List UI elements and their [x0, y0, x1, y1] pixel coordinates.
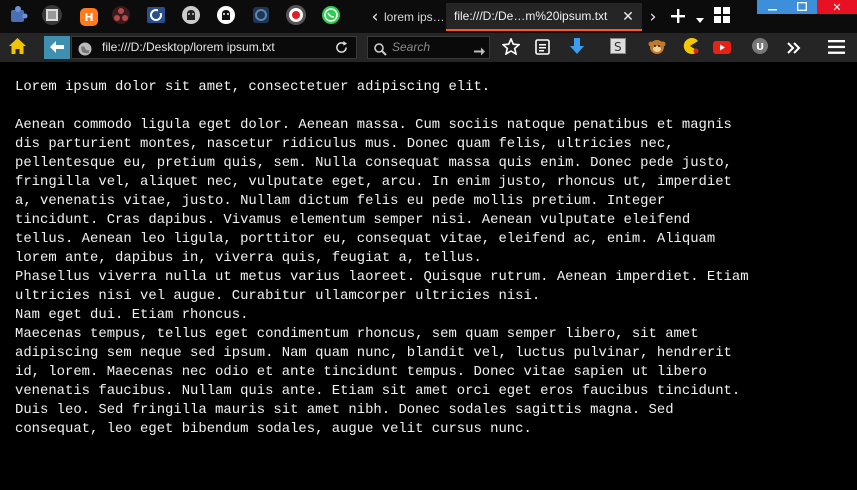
chevron-down-icon	[696, 8, 704, 27]
scroll-tabs-left-button[interactable]: ‹	[368, 4, 382, 30]
search-icon	[374, 41, 387, 60]
youtube-icon	[713, 39, 731, 58]
extension-monkey-button[interactable]	[645, 36, 669, 60]
main-menu-button[interactable]	[824, 36, 848, 60]
home-icon	[8, 38, 26, 58]
record-icon	[285, 4, 307, 30]
pinned-tab-github-2[interactable]	[211, 2, 241, 32]
hamburger-menu-icon	[827, 39, 845, 58]
triangle-dots-icon	[111, 5, 131, 29]
reload-button[interactable]	[330, 36, 352, 60]
chevron-left-icon: ‹	[371, 7, 379, 27]
pinned-tab-whatsapp[interactable]	[316, 2, 346, 32]
tab-active-file[interactable]: file:///D:/De…m%20ipsum.txt ✕	[446, 3, 642, 31]
pinned-tab-dots[interactable]	[106, 2, 136, 32]
box-icon	[251, 5, 271, 29]
monkey-icon	[648, 37, 666, 59]
whatsapp-icon	[321, 5, 341, 29]
extension-s-button[interactable]: S	[606, 36, 630, 60]
minimize-button[interactable]	[757, 0, 787, 14]
tab-strip: H ‹ lorem ips… file:///D:/De…m%20ipsum.t…	[0, 0, 857, 33]
chevron-right-icon: ›	[649, 7, 657, 27]
search-bar[interactable]	[367, 36, 490, 59]
tab-lorem-ipsum[interactable]: lorem ips…	[384, 3, 444, 31]
arrow-left-icon	[50, 38, 64, 57]
downloads-button[interactable]	[565, 36, 589, 60]
search-input[interactable]	[392, 39, 472, 55]
document-text: Lorem ipsum dolor sit amet, consectetuer…	[15, 79, 749, 437]
all-tabs-dropdown-button[interactable]	[692, 5, 708, 29]
pinned-tab-box[interactable]	[246, 2, 276, 32]
tab-title: lorem ips…	[384, 10, 444, 24]
tab-title: file:///D:/De…m%20ipsum.txt	[454, 9, 608, 23]
extension-u-button[interactable]: U	[748, 36, 772, 60]
search-go-icon[interactable]	[474, 42, 485, 61]
overflow-menu-button[interactable]	[782, 36, 806, 60]
window-controls: ✕	[757, 0, 857, 14]
pinned-tab-record[interactable]	[281, 2, 311, 32]
close-icon: ✕	[832, 0, 842, 14]
svg-text:U: U	[756, 42, 764, 53]
close-window-button[interactable]: ✕	[817, 0, 857, 14]
reader-view-button[interactable]	[530, 36, 554, 60]
home-button[interactable]	[5, 36, 29, 60]
maximize-button[interactable]	[787, 0, 817, 14]
navigation-toolbar: file:///D:/Desktop/lorem ipsum.txt Searc…	[0, 33, 857, 62]
u-circle-icon: U	[751, 37, 769, 59]
pinned-tab-hemlock[interactable]: H	[74, 2, 104, 32]
pinned-tab-refresh[interactable]	[141, 2, 171, 32]
github-icon	[181, 5, 201, 29]
plus-icon	[671, 8, 685, 27]
page-content: Lorem ipsum dolor sit amet, consectetuer…	[15, 78, 857, 490]
bookmark-button[interactable]	[499, 36, 523, 60]
clipboard-icon	[534, 38, 550, 59]
url-bar[interactable]: file:///D:/Desktop/lorem ipsum.txt	[71, 36, 357, 59]
puzzle-icon	[8, 5, 28, 29]
refresh-page-icon	[145, 4, 167, 30]
svg-text:S: S	[614, 40, 622, 54]
double-chevron-right-icon	[787, 39, 801, 58]
hemlock-h-icon: H	[80, 8, 98, 26]
pinned-tab-github-1[interactable]	[176, 2, 206, 32]
pinned-tab-extension[interactable]	[3, 2, 33, 32]
close-tab-icon[interactable]: ✕	[620, 8, 636, 24]
star-icon	[501, 36, 521, 59]
globe-icon	[78, 41, 92, 60]
pacman-icon	[681, 37, 699, 59]
maximize-icon	[797, 1, 807, 14]
reload-icon	[335, 39, 348, 58]
extension-youtube-button[interactable]	[710, 36, 734, 60]
scroll-tabs-right-button[interactable]: ›	[646, 4, 660, 30]
download-arrow-icon	[569, 37, 585, 59]
github-icon	[216, 5, 236, 29]
url-text: file:///D:/Desktop/lorem ipsum.txt	[102, 40, 275, 54]
extension-pacman-button[interactable]	[678, 36, 702, 60]
s-box-icon: S	[610, 38, 626, 58]
pinned-tab-frame[interactable]	[37, 2, 67, 32]
minimize-icon	[767, 1, 777, 14]
tab-groups-icon	[714, 7, 730, 27]
frame-icon	[41, 4, 63, 30]
new-tab-button[interactable]	[668, 5, 688, 29]
tab-groups-button[interactable]	[712, 5, 732, 29]
back-button[interactable]	[44, 36, 70, 59]
